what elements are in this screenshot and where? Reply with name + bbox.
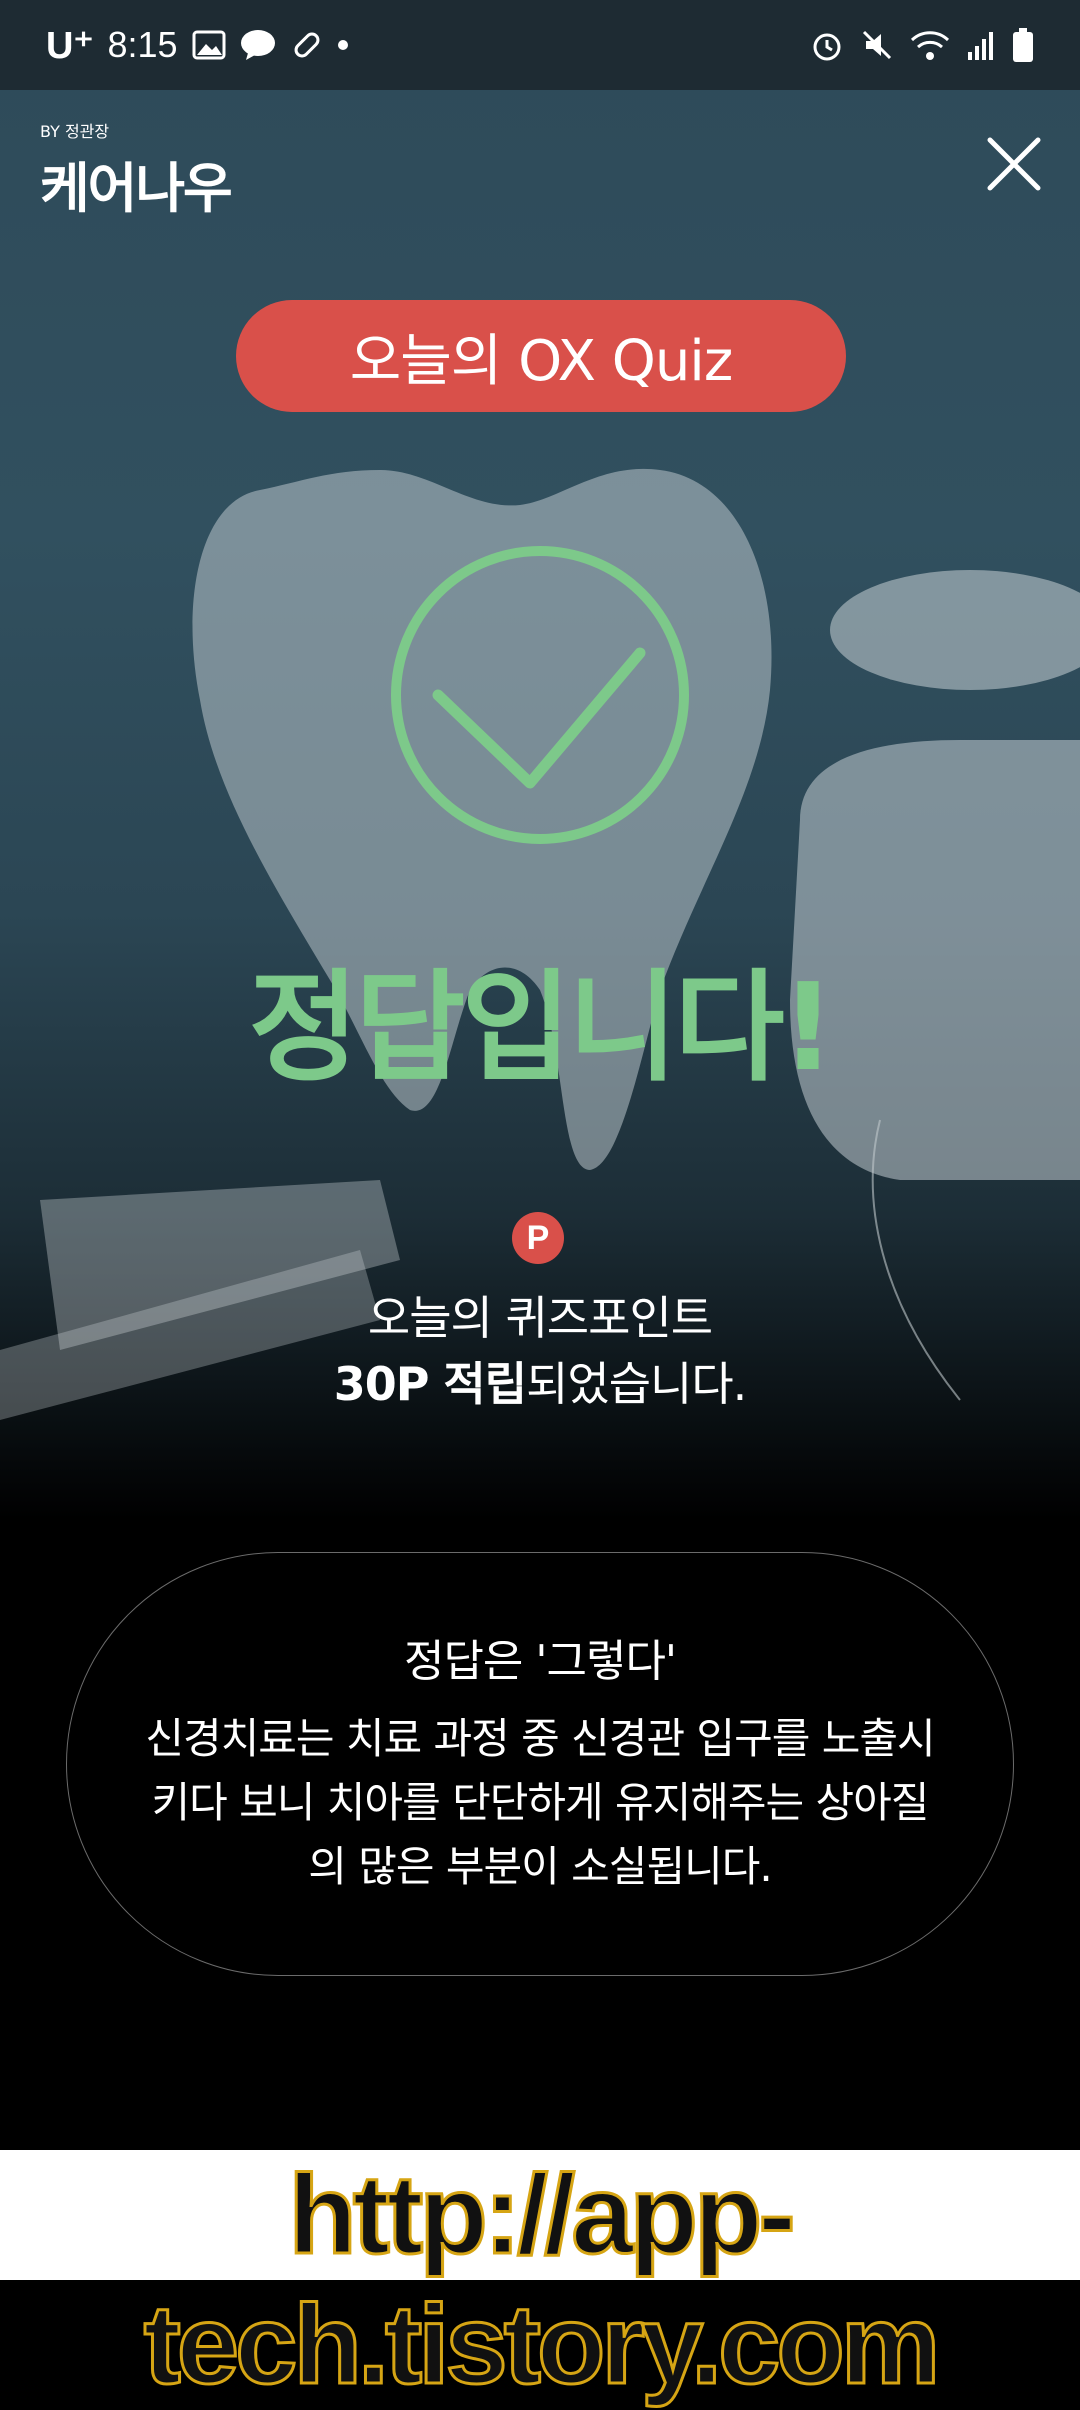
gallery-icon	[192, 30, 226, 60]
signal-icon	[968, 32, 993, 60]
alarm-icon	[813, 33, 841, 61]
point-suffix: 되었습니다.	[526, 1357, 747, 1411]
battery-icon	[1013, 28, 1033, 62]
status-bar: U⁺ 8:15	[0, 0, 1080, 90]
logo-name: 케어나우	[40, 157, 233, 220]
carrier-label: U⁺	[46, 24, 94, 67]
point-amount: 30P 적립	[333, 1357, 527, 1411]
answer-title: 정답은 '그렇다'	[403, 1636, 677, 1687]
point-message: 오늘의 퀴즈포인트 30P 적립되었습니다.	[0, 1285, 1080, 1417]
point-line2: 30P 적립되었습니다.	[0, 1351, 1080, 1417]
mute-icon	[862, 30, 892, 60]
status-left: U⁺ 8:15	[46, 23, 350, 68]
answer-card: 정답은 '그렇다' 신경치료는 치료 과정 중 신경관 입구를 노출시키다 보니…	[66, 1552, 1014, 1976]
clock: 8:15	[107, 24, 178, 65]
point-line1: 오늘의 퀴즈포인트	[367, 1291, 713, 1345]
talk-icon	[240, 30, 275, 60]
watermark-url: http://app-tech.tistory.com	[0, 2150, 1080, 2409]
logo-by-label: BY 정관장	[40, 122, 110, 141]
dot-icon	[337, 40, 348, 50]
result-heading: 정답입니다!	[248, 959, 836, 1098]
app-logo: BY 정관장 케어나우	[40, 118, 233, 223]
close-icon[interactable]	[982, 132, 1046, 196]
wifi-icon	[910, 31, 950, 60]
status-right	[810, 27, 1034, 63]
check-circle-icon	[391, 546, 689, 844]
answer-explanation: 신경치료는 치료 과정 중 신경관 입구를 노출시키다 보니 치아를 단단하게 …	[145, 1714, 935, 1891]
pill-icon	[294, 32, 320, 58]
point-badge-icon: P	[512, 1212, 564, 1264]
quiz-title-pill: 오늘의 OX Quiz	[236, 300, 846, 412]
